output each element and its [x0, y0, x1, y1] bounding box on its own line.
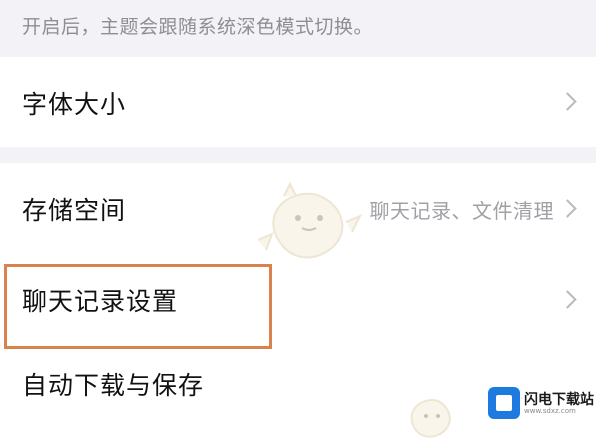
lightning-logo-icon [488, 387, 520, 419]
row-font-size-label: 字体大小 [22, 90, 127, 119]
watermark-domain: www.sdxz.com [524, 407, 576, 415]
row-storage-value: 聊天记录、文件清理 [369, 199, 554, 223]
chevron-right-icon [558, 290, 577, 309]
chevron-right-icon [558, 199, 577, 218]
row-auto-download-label: 自动下载与保存 [22, 371, 205, 400]
settings-page: 开启后，主题会跟随系统深色模式切换。 字体大小 存储空间 聊天记录、文件清理 聊… [0, 0, 596, 446]
watermark-mascot-small-icon [410, 399, 451, 438]
watermark-name: 闪电下载站 [524, 392, 594, 408]
dark-mode-hint: 开启后，主题会跟随系统深色模式切换。 [22, 16, 374, 38]
highlight-box [4, 264, 272, 349]
row-font-size[interactable]: 字体大小 [0, 57, 596, 147]
chevron-right-icon [558, 92, 577, 111]
row-storage-label: 存储空间 [22, 196, 127, 225]
settings-group-1: 字体大小 [0, 57, 596, 147]
watermark-mascot-icon [257, 181, 363, 259]
watermark-badge: 闪电下载站 www.sdxz.com [486, 385, 596, 421]
